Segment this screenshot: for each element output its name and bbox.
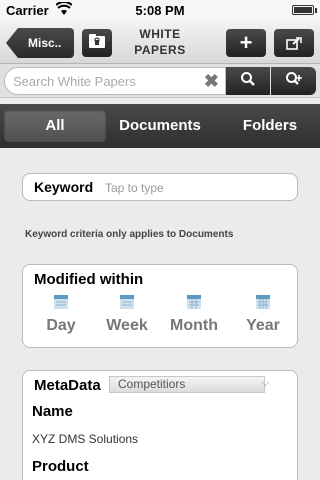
- modified-within-title: Modified within: [34, 271, 144, 288]
- metadata-name-label: Name: [32, 403, 73, 420]
- share-button[interactable]: [274, 29, 314, 57]
- clock: 5:08 PM: [135, 3, 185, 18]
- modified-within-group: Modified within Day Week Month Year: [22, 264, 298, 348]
- page-title-line1: WHITE: [139, 27, 181, 41]
- metadata-name-value[interactable]: XYZ DMS Solutions: [32, 432, 138, 446]
- period-week-button[interactable]: Week: [97, 295, 157, 335]
- folder-lock-icon: [88, 33, 106, 54]
- tab-documents[interactable]: Documents: [108, 110, 212, 142]
- clear-x-icon[interactable]: ✖: [204, 71, 219, 92]
- keyword-note: Keyword criteria only applies to Documen…: [25, 229, 234, 240]
- period-week-label: Week: [106, 317, 148, 334]
- folder-button[interactable]: [82, 29, 112, 57]
- keyword-input[interactable]: [105, 181, 285, 195]
- chevron-down-icon[interactable]: ⌵: [261, 377, 269, 390]
- search-icon: [240, 71, 256, 92]
- back-button[interactable]: Misc..: [6, 28, 74, 58]
- search-criteria-panel: Keyword Keyword criteria only applies to…: [0, 148, 320, 480]
- metadata-title: MetaData: [34, 377, 101, 394]
- period-month-button[interactable]: Month: [164, 295, 224, 335]
- keyword-field: Keyword: [22, 173, 298, 201]
- metadata-category-select[interactable]: Competitiors: [109, 376, 265, 393]
- metadata-product-label: Product: [32, 458, 89, 475]
- advanced-search-button[interactable]: [271, 67, 316, 95]
- search-field: ✖: [4, 67, 226, 95]
- period-year-label: Year: [246, 317, 280, 334]
- search-plus-icon: [285, 71, 303, 92]
- search-bar: ✖: [0, 64, 320, 98]
- period-year-button[interactable]: Year: [233, 295, 293, 335]
- status-bar: Carrier 5:08 PM: [0, 0, 320, 20]
- add-button[interactable]: +: [226, 29, 266, 57]
- plus-icon: +: [239, 30, 253, 55]
- search-input[interactable]: [13, 74, 193, 89]
- battery-icon: [292, 5, 317, 15]
- calendar-year-icon: [256, 295, 270, 309]
- period-day-label: Day: [46, 317, 76, 334]
- period-day-button[interactable]: Day: [31, 295, 91, 335]
- calendar-month-icon: [187, 295, 201, 309]
- page-title-line2: PAPERS: [134, 43, 186, 57]
- keyword-label: Keyword: [34, 179, 94, 195]
- tab-all[interactable]: All: [4, 110, 106, 142]
- filter-tabs: All Documents Folders: [0, 104, 320, 148]
- period-month-label: Month: [170, 317, 218, 334]
- search-button[interactable]: [226, 67, 270, 95]
- share-icon: [286, 30, 302, 56]
- metadata-group: MetaData Competitiors ⌵ Name XYZ DMS Sol…: [22, 370, 298, 480]
- navigation-bar: Misc.. WHITE PAPERS +: [0, 20, 320, 64]
- calendar-day-icon: [54, 295, 68, 309]
- tab-folders[interactable]: Folders: [222, 110, 318, 142]
- page-title: WHITE PAPERS: [118, 26, 202, 58]
- calendar-week-icon: [120, 295, 134, 309]
